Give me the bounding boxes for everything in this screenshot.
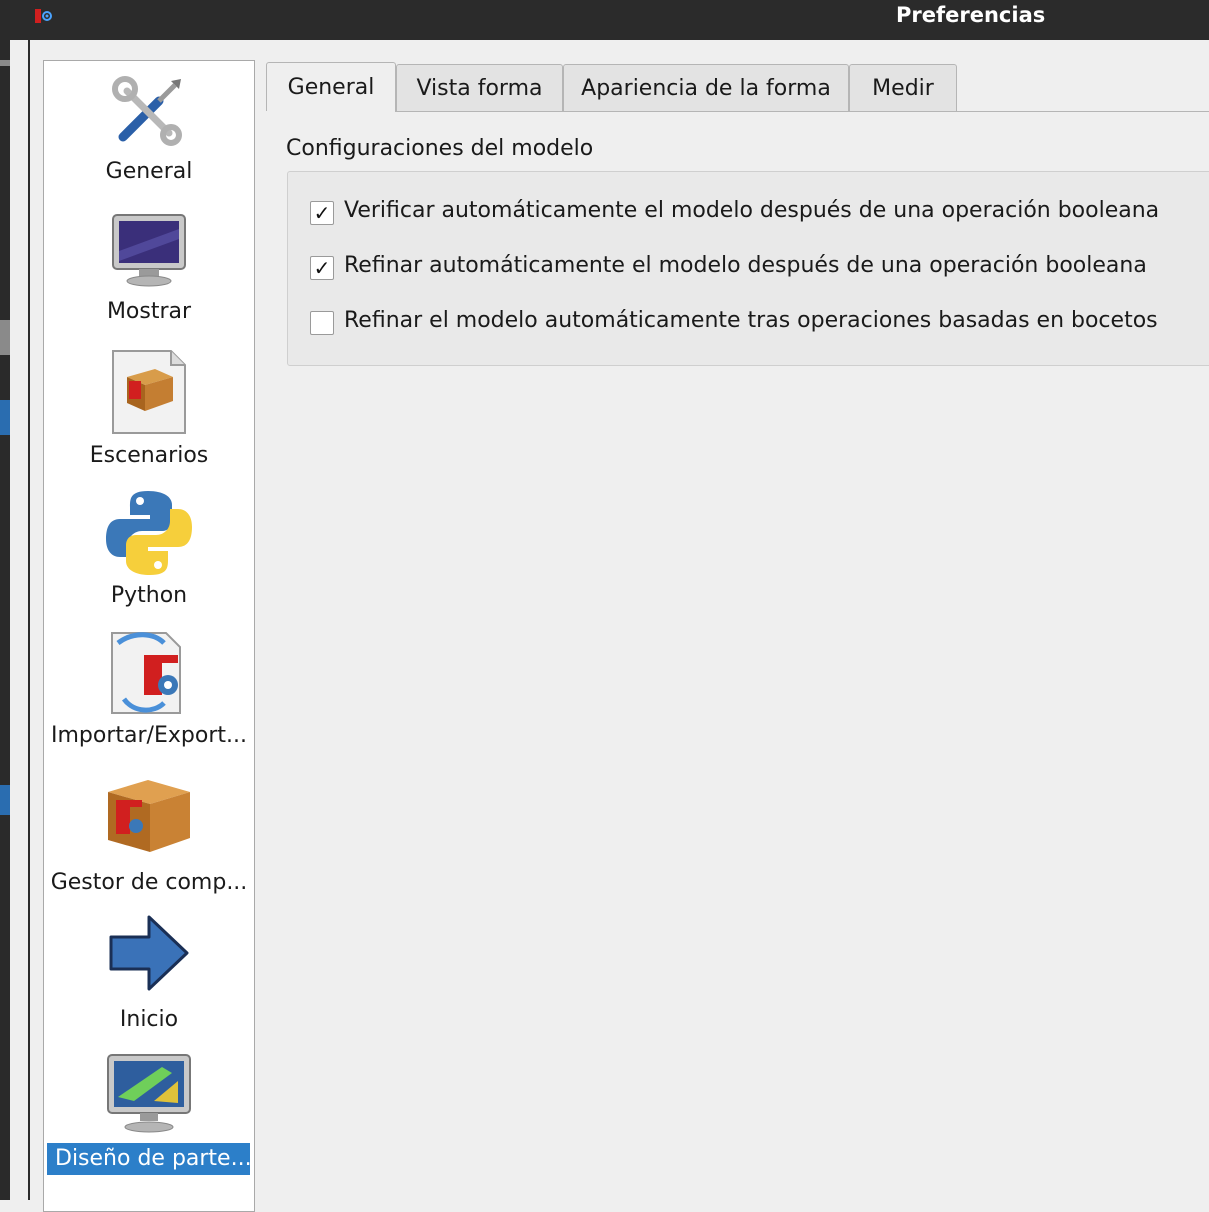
monitor-icon [112,214,186,287]
tab-apariencia-de-la-forma[interactable]: Apariencia de la forma [563,64,849,111]
sidebar-item-label: General [105,159,193,184]
preferences-dialog: Preferencias General Mostrar Escenarios … [10,0,1209,1212]
sidebar-item-gestor-complementos[interactable]: Gestor de comp... [44,776,254,900]
checkbox[interactable]: ✓ [310,201,334,225]
sidebar-item-label: Escenarios [89,443,209,468]
background-mark [0,320,10,355]
tab-medir[interactable]: Medir [849,64,957,111]
background-mark [0,400,10,435]
window-border [28,40,30,1200]
sidebar-item-label: Diseño de parte... [47,1143,252,1175]
arrow-right-icon [109,915,189,991]
tools-icon [112,76,182,146]
sidebar-item-general[interactable]: General [44,71,254,193]
sidebar-item-mostrar[interactable]: Mostrar [44,211,254,333]
tab-bar-divider [395,111,1209,112]
sidebar-item-diseno-de-partes[interactable]: Diseño de parte... [44,1051,254,1175]
package-document-icon [112,350,186,434]
dialog-title: Preferencias [896,3,1046,27]
import-export-icon [111,632,181,714]
sidebar-item-label: Inicio [119,1007,179,1032]
sidebar-item-label: Gestor de comp... [50,870,248,895]
checkbox[interactable]: ✓ [310,256,334,280]
sidebar-item-importar-exportar[interactable]: Importar/Export... [44,629,254,753]
sidebar-item-label: Importar/Export... [51,723,247,748]
section-title: Configuraciones del modelo [286,136,594,161]
background-mark [0,60,10,66]
sidebar-item-label: Mostrar [106,299,192,324]
python-icon [106,491,192,575]
option-label: Verificar automáticamente el modelo desp… [344,198,1160,223]
background-window-strip [0,0,10,1200]
option-label: Refinar automáticamente el modelo despué… [344,253,1147,278]
title-bar[interactable]: Preferencias [10,0,1209,40]
sidebar-item-escenarios[interactable]: Escenarios [44,349,254,473]
tab-vista-forma[interactable]: Vista forma [396,64,563,111]
background-mark [0,785,10,815]
model-settings-group: ✓ Verificar automáticamente el modelo de… [287,171,1209,366]
sidebar-item-label: Python [110,583,188,608]
option-label: Refinar el modelo automáticamente tras o… [344,308,1158,333]
checkbox[interactable] [310,311,334,335]
sidebar-item-python[interactable]: Python [44,489,254,613]
tab-general[interactable]: General [266,62,396,111]
preferences-page-list[interactable]: General Mostrar Escenarios Python Import… [43,60,255,1212]
freecad-gear-icon [35,9,52,23]
package-icon [108,780,190,852]
part-design-icon [107,1054,191,1133]
sidebar-item-inicio[interactable]: Inicio [44,913,254,1037]
